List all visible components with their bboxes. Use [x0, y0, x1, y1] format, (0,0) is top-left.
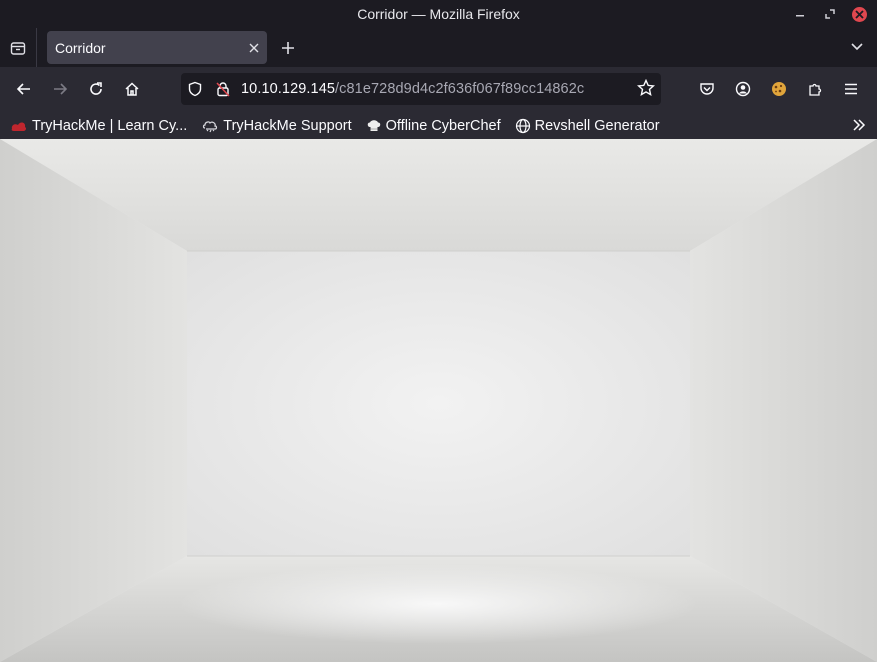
firefox-view-icon — [10, 41, 26, 55]
bookmark-label: Offline CyberChef — [385, 117, 501, 134]
bookmark-label: TryHackMe | Learn Cy... — [32, 117, 188, 134]
insecure-lock-icon[interactable] — [215, 81, 231, 97]
chevron-double-right-icon — [853, 119, 866, 131]
bookmark-tryhackme[interactable]: TryHackMe | Learn Cy... — [10, 118, 187, 134]
bookmarks-overflow-button[interactable] — [851, 117, 867, 133]
new-tab-button[interactable] — [281, 41, 295, 55]
bookmark-label: Revshell Generator — [534, 117, 660, 134]
arrow-right-icon — [54, 83, 68, 95]
extension-cookie-button[interactable] — [761, 73, 797, 105]
plus-icon — [282, 41, 294, 54]
chef-hat-icon — [366, 118, 382, 134]
cloud-icon — [201, 118, 219, 134]
minimize-button[interactable] — [792, 6, 808, 22]
url-path: /c81e728d9d4c2f636f067f89cc14862c — [335, 81, 585, 97]
tryhackme-icon — [10, 119, 28, 133]
reload-icon — [90, 82, 102, 95]
star-icon — [637, 79, 655, 97]
pocket-icon — [700, 83, 714, 95]
home-icon — [125, 82, 139, 96]
url-bar[interactable]: 10.10.129.145/c81e728d9d4c2f636f067f89cc… — [181, 73, 661, 105]
restore-button[interactable] — [822, 6, 838, 22]
tab-bar: Corridor — [0, 28, 877, 67]
url-text[interactable]: 10.10.129.145/c81e728d9d4c2f636f067f89cc… — [241, 81, 584, 97]
globe-icon — [515, 118, 531, 134]
back-button[interactable] — [6, 73, 42, 105]
empty-room-image — [0, 139, 877, 662]
firefox-view-button[interactable] — [0, 28, 37, 67]
hamburger-menu-icon — [845, 83, 857, 95]
puzzle-icon — [809, 83, 822, 96]
bookmark-star-button[interactable] — [637, 79, 655, 97]
navigation-toolbar: 10.10.129.145/c81e728d9d4c2f636f067f89cc… — [0, 67, 877, 111]
cookie-icon — [772, 82, 786, 96]
app-menu-button[interactable] — [833, 73, 869, 105]
window-titlebar: Corridor — Mozilla Firefox — [0, 0, 877, 28]
account-button[interactable] — [725, 73, 761, 105]
window-title: Corridor — Mozilla Firefox — [357, 6, 520, 22]
toolbar-right — [689, 73, 869, 105]
tracking-protection-shield-icon[interactable] — [187, 81, 203, 97]
list-all-tabs-button[interactable] — [849, 38, 865, 54]
url-host: 10.10.129.145 — [241, 81, 336, 97]
close-window-button[interactable] — [852, 6, 867, 22]
account-icon — [735, 81, 751, 97]
reload-button[interactable] — [78, 73, 114, 105]
forward-button[interactable] — [42, 73, 78, 105]
arrow-left-icon — [16, 83, 30, 95]
window-controls — [792, 0, 867, 28]
home-button[interactable] — [114, 73, 150, 105]
page-content[interactable] — [0, 139, 877, 662]
minimize-icon — [796, 15, 804, 17]
tab-corridor[interactable]: Corridor — [47, 31, 267, 64]
close-icon — [249, 43, 259, 52]
bookmark-label: TryHackMe Support — [223, 117, 352, 134]
bookmarks-toolbar: TryHackMe | Learn Cy... TryHackMe Suppor… — [0, 111, 877, 141]
chevron-down-icon — [851, 43, 863, 51]
tab-close-button[interactable] — [249, 43, 259, 53]
restore-icon — [825, 9, 835, 19]
tab-title: Corridor — [55, 39, 106, 56]
pocket-button[interactable] — [689, 73, 725, 105]
extensions-button[interactable] — [797, 73, 833, 105]
bookmark-offline-cyberchef[interactable]: Offline CyberChef — [366, 118, 501, 134]
bookmark-revshell-generator[interactable]: Revshell Generator — [515, 118, 660, 134]
close-icon — [855, 9, 864, 19]
bookmark-tryhackme-support[interactable]: TryHackMe Support — [201, 117, 352, 134]
